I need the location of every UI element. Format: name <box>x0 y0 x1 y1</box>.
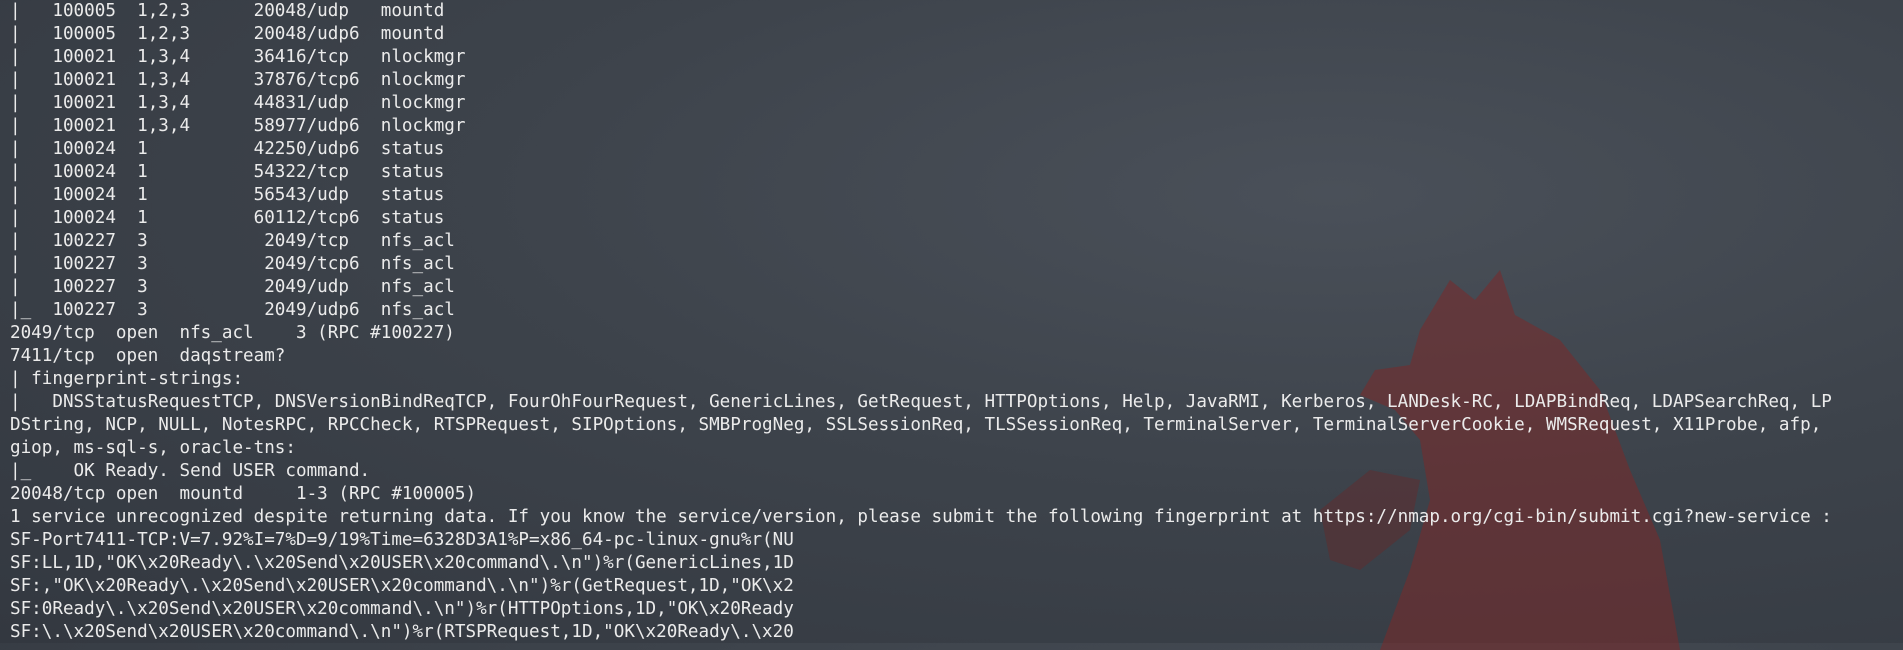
terminal-line: | 100227 3 2049/tcp6 nfs_acl <box>10 254 455 274</box>
terminal-line: |_ 100227 3 2049/udp6 nfs_acl <box>10 300 455 320</box>
terminal-line: | 100227 3 2049/udp nfs_acl <box>10 277 455 297</box>
terminal-line: 7411/tcp open daqstream? <box>10 346 286 366</box>
terminal-line: | fingerprint-strings: <box>10 369 244 389</box>
terminal-line: | 100024 1 42250/udp6 status <box>10 139 445 159</box>
terminal-line: SF-Port7411-TCP:V=7.92%I=7%D=9/19%Time=6… <box>10 530 794 550</box>
terminal-line: | 100005 1,2,3 20048/udp6 mountd <box>10 24 445 44</box>
terminal-line: | 100021 1,3,4 36416/tcp nlockmgr <box>10 47 466 67</box>
terminal-line: |_ OK Ready. Send USER command. <box>10 461 371 481</box>
terminal-line: giop, ms-sql-s, oracle-tns: <box>10 438 296 458</box>
terminal-line: SF:\.\x20Send\x20USER\x20command\.\n")%r… <box>10 622 794 642</box>
terminal-line: | 100021 1,3,4 44831/udp nlockmgr <box>10 93 466 113</box>
terminal-line: SF:0Ready\.\x20Send\x20USER\x20command\.… <box>10 599 794 619</box>
terminal-line: | 100021 1,3,4 58977/udp6 nlockmgr <box>10 116 466 136</box>
terminal-line: | 100024 1 56543/udp status <box>10 185 445 205</box>
terminal-output[interactable]: | 100005 1,2,3 20048/udp mountd | 100005… <box>10 0 1903 643</box>
terminal-line: SF:LL,1D,"OK\x20Ready\.\x20Send\x20USER\… <box>10 553 794 573</box>
terminal-line: | 100227 3 2049/tcp nfs_acl <box>10 231 455 251</box>
terminal-line: | 100005 1,2,3 20048/udp mountd <box>10 1 445 21</box>
terminal-line: 2049/tcp open nfs_acl 3 (RPC #100227) <box>10 323 455 343</box>
terminal-line: | 100024 1 60112/tcp6 status <box>10 208 445 228</box>
terminal-line: 20048/tcp open mountd 1-3 (RPC #100005) <box>10 484 477 504</box>
terminal-line: SF:,"OK\x20Ready\.\x20Send\x20USER\x20co… <box>10 576 794 596</box>
terminal-line: DString, NCP, NULL, NotesRPC, RPCCheck, … <box>10 415 1822 435</box>
terminal-line: | 100024 1 54322/tcp status <box>10 162 445 182</box>
terminal-line: 1 service unrecognized despite returning… <box>10 507 1832 527</box>
terminal-line: | 100021 1,3,4 37876/tcp6 nlockmgr <box>10 70 466 90</box>
terminal-line: | DNSStatusRequestTCP, DNSVersionBindReq… <box>10 392 1832 412</box>
